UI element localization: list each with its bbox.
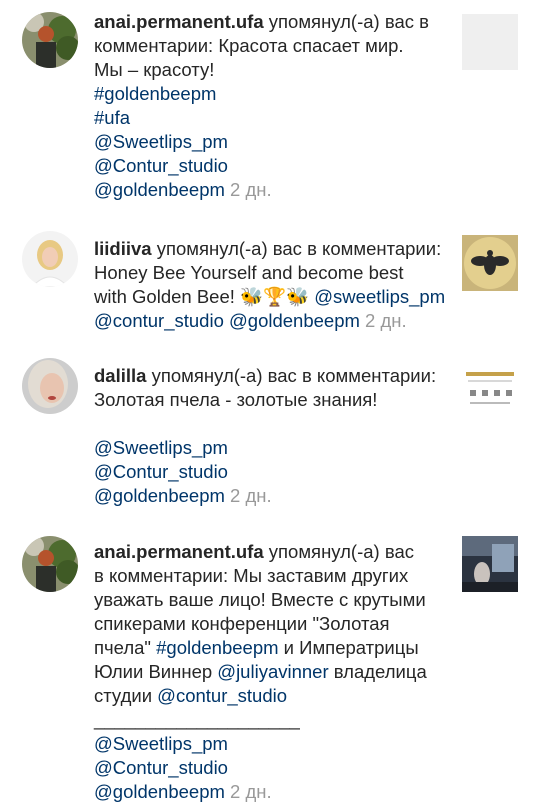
blank-post-thumbnail[interactable] [462, 14, 518, 70]
mention-link[interactable]: @goldenbeepm [94, 485, 225, 506]
woman-with-plant-avatar[interactable] [22, 536, 78, 592]
hashtag-link[interactable]: #goldenbeepm [156, 637, 278, 658]
mention-link[interactable]: @Contur_studio [94, 154, 429, 178]
hashtag-link[interactable]: #ufa [94, 106, 429, 130]
activity-feed: anai.permanent.ufa упомянул(-а) вас в ко… [0, 0, 534, 802]
notification-text: dalilla упомянул(-а) вас в комментарии: … [94, 365, 437, 506]
mention-link[interactable]: @Sweetlips_pm [94, 732, 427, 756]
woman-with-plant-avatar[interactable] [22, 12, 78, 68]
golden-bee-poster-thumbnail[interactable] [462, 360, 518, 416]
notification-text: anai.permanent.ufa упомянул(-а) вас в ко… [94, 541, 427, 802]
timestamp: 2 дн. [230, 485, 272, 506]
notification-text: anai.permanent.ufa упомянул(-а) вас в ко… [94, 11, 429, 200]
username-link[interactable]: liidiiva [94, 238, 152, 259]
username-link[interactable]: dalilla [94, 365, 146, 386]
mention-link[interactable]: @juliyavinner [217, 661, 328, 682]
username-link[interactable]: anai.permanent.ufa [94, 541, 264, 562]
blonde-woman-avatar[interactable] [22, 231, 78, 287]
timestamp: 2 дн. [365, 310, 407, 331]
text-divider: ____________________ [94, 709, 300, 730]
notification-item[interactable]: dalilla упомянул(-а) вас в комментарии: … [0, 340, 534, 520]
blonde-woman-portrait-avatar[interactable] [22, 358, 78, 414]
mention-link[interactable]: @contur_studio [94, 310, 224, 331]
timestamp: 2 дн. [230, 179, 272, 200]
mention-link[interactable]: @Contur_studio [94, 756, 427, 780]
golden-bee-logo-thumbnail[interactable] [462, 235, 518, 291]
hashtag-link[interactable]: #goldenbeepm [94, 82, 429, 106]
notification-item[interactable]: anai.permanent.ufa упомянул(-а) вас в ко… [0, 520, 534, 802]
mention-link[interactable]: @sweetlips_pm [314, 286, 445, 307]
notification-text: liidiiva упомянул(-а) вас в комментарии:… [94, 238, 446, 331]
conference-photo-thumbnail[interactable] [462, 536, 518, 592]
notification-item[interactable]: liidiiva упомянул(-а) вас в комментарии:… [0, 215, 534, 340]
mention-link[interactable]: @Sweetlips_pm [94, 130, 429, 154]
mention-link[interactable]: @contur_studio [157, 685, 287, 706]
notification-item[interactable]: anai.permanent.ufa упомянул(-а) вас в ко… [0, 0, 534, 215]
mention-link[interactable]: @goldenbeepm [94, 781, 225, 802]
mention-link[interactable]: @goldenbeepm [94, 179, 225, 200]
timestamp: 2 дн. [230, 781, 272, 802]
username-link[interactable]: anai.permanent.ufa [94, 11, 264, 32]
mention-link[interactable]: @Contur_studio [94, 460, 436, 484]
mention-link[interactable]: @goldenbeepm [229, 310, 360, 331]
mention-link[interactable]: @Sweetlips_pm [94, 436, 436, 460]
bee-trophy-emoji: 🐝🏆🐝 [240, 286, 310, 307]
